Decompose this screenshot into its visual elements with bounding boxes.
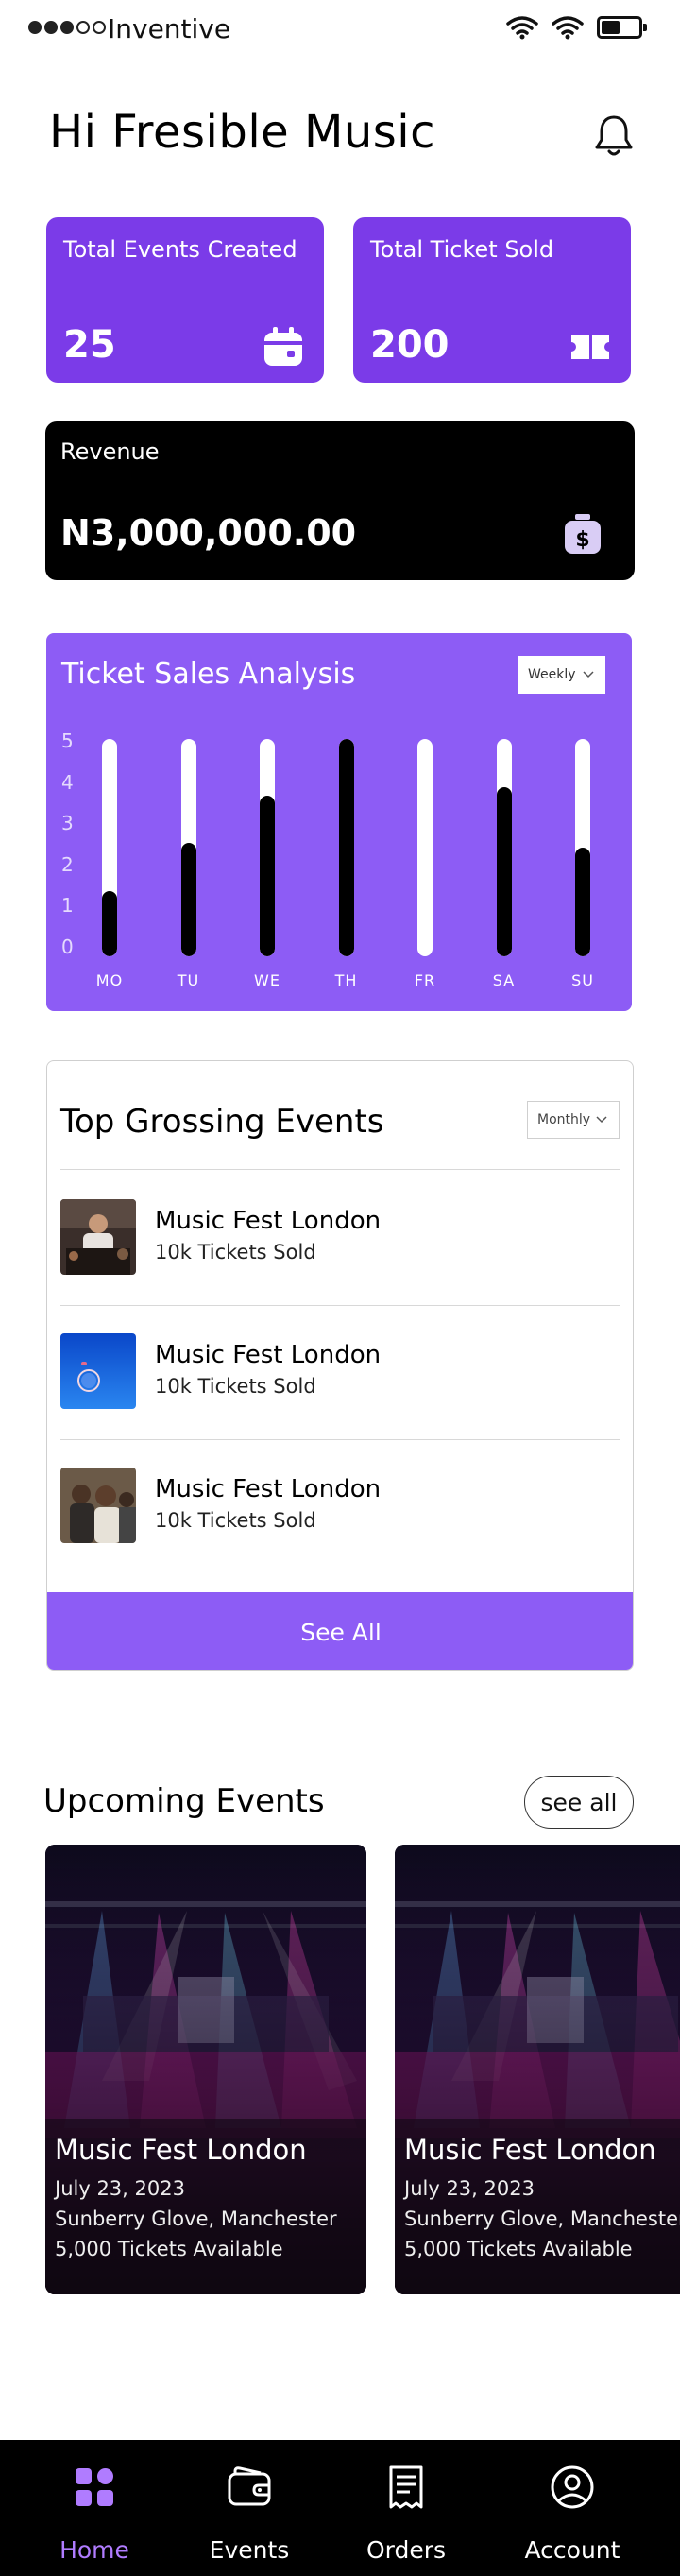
chart-bar-track xyxy=(575,739,590,956)
event-thumbnail xyxy=(60,1199,136,1275)
nav-account[interactable]: Account xyxy=(497,2440,648,2576)
carrier-name: Inventive xyxy=(108,13,231,44)
chevron-down-icon xyxy=(583,671,594,678)
calendar-icon xyxy=(264,327,302,366)
event-name: Music Fest London xyxy=(155,1475,382,1503)
chart-bar-track xyxy=(260,739,275,956)
money-bag-icon: $ xyxy=(565,514,601,554)
chart-bar xyxy=(496,786,512,956)
y-axis-tick: 2 xyxy=(61,852,74,876)
x-axis-tick: TH xyxy=(334,971,358,989)
grossing-event-row[interactable]: Music Fest London 10k Tickets Sold xyxy=(60,1333,620,1409)
x-axis-tick: SU xyxy=(571,971,594,989)
revenue-value: N3,000,000.00 xyxy=(60,512,357,554)
divider xyxy=(60,1439,620,1440)
battery-icon xyxy=(597,16,647,39)
nav-account-label: Account xyxy=(524,2536,620,2564)
user-circle-icon xyxy=(551,2465,594,2509)
y-axis-tick: 3 xyxy=(61,812,74,834)
chart-bar xyxy=(260,795,275,956)
event-tickets-sold: 10k Tickets Sold xyxy=(155,1241,316,1263)
event-thumbnail xyxy=(60,1333,136,1409)
divider xyxy=(60,1169,620,1170)
nav-orders[interactable]: Orders xyxy=(331,2440,482,2576)
x-axis-tick: WE xyxy=(254,971,280,989)
events-created-value: 25 xyxy=(63,323,116,367)
nav-home-label: Home xyxy=(60,2536,129,2564)
chart-bar-track xyxy=(180,739,196,956)
ticket-icon xyxy=(571,335,609,359)
chart-bar xyxy=(575,848,590,956)
wifi-icon xyxy=(552,16,584,40)
revenue-card[interactable]: Revenue N3,000,000.00 $ xyxy=(45,421,635,580)
see-all-upcoming-button[interactable]: see all xyxy=(524,1776,634,1829)
chart-bar-track xyxy=(496,739,512,956)
nav-events-label: Events xyxy=(209,2536,290,2564)
chart-bar-track xyxy=(338,739,354,956)
nav-events[interactable]: Events xyxy=(174,2440,325,2576)
y-axis-tick: 5 xyxy=(61,730,74,752)
svg-text:$: $ xyxy=(575,528,589,552)
upcoming-event-venue: Sunberry Glove, Manchester xyxy=(404,2207,680,2230)
tickets-sold-card[interactable]: Total Ticket Sold 200 xyxy=(353,217,631,383)
top-grossing-card: Top Grossing Events Monthly Music Fest L… xyxy=(46,1060,634,1671)
tickets-sold-value: 200 xyxy=(370,323,450,367)
upcoming-event-date: July 23, 2023 xyxy=(404,2177,535,2200)
upcoming-events-title: Upcoming Events xyxy=(43,1782,325,1820)
ticket-sales-chart: Ticket Sales Analysis Weekly 5 4 3 2 1 0 MO TU W… xyxy=(46,633,632,1011)
status-bar: Inventive xyxy=(0,0,680,57)
x-axis-tick: TU xyxy=(177,971,200,989)
upcoming-event-name: Music Fest London xyxy=(55,2134,307,2166)
events-created-label: Total Events Created xyxy=(63,236,298,263)
nav-home[interactable]: Home xyxy=(19,2440,170,2576)
chart-bar xyxy=(180,843,196,956)
chart-bar xyxy=(338,739,354,956)
x-axis-tick: SA xyxy=(492,971,516,989)
greeting-title: Hi Fresible Music xyxy=(49,106,436,159)
nav-orders-label: Orders xyxy=(366,2536,447,2564)
revenue-label: Revenue xyxy=(60,438,160,465)
divider xyxy=(60,1305,620,1306)
grossing-event-row[interactable]: Music Fest London 10k Tickets Sold xyxy=(60,1199,620,1275)
y-axis-tick: 1 xyxy=(61,894,74,917)
chart-bar xyxy=(102,891,117,956)
upcoming-event-venue: Sunberry Glove, Manchester xyxy=(55,2207,337,2230)
see-all-button[interactable]: See All xyxy=(47,1592,633,1670)
event-tickets-sold: 10k Tickets Sold xyxy=(155,1509,316,1532)
chart-bar-track xyxy=(102,739,117,956)
chevron-down-icon xyxy=(596,1116,607,1124)
x-axis-tick: MO xyxy=(95,971,124,989)
weekly-filter-dropdown[interactable]: Weekly xyxy=(518,656,605,694)
event-name: Music Fest London xyxy=(155,1207,382,1235)
grossing-event-row[interactable]: Music Fest London 10k Tickets Sold xyxy=(60,1468,620,1543)
wifi-icon xyxy=(506,16,538,40)
event-thumbnail xyxy=(60,1468,136,1543)
top-grossing-title: Top Grossing Events xyxy=(60,1103,384,1141)
bell-icon[interactable] xyxy=(589,112,638,161)
upcoming-event-name: Music Fest London xyxy=(404,2134,656,2166)
upcoming-event-card[interactable]: Music Fest London July 23, 2023 Sunberry… xyxy=(45,1845,366,2294)
upcoming-event-availability: 5,000 Tickets Available xyxy=(404,2238,633,2260)
event-name: Music Fest London xyxy=(155,1341,382,1369)
chart-bar-track xyxy=(417,739,433,956)
weekly-filter-label: Weekly xyxy=(528,667,576,682)
x-axis-tick: FR xyxy=(414,971,436,989)
monthly-filter-dropdown[interactable]: Monthly xyxy=(527,1101,620,1139)
home-grid-icon xyxy=(76,2468,113,2506)
monthly-filter-label: Monthly xyxy=(537,1112,591,1127)
bottom-navigation: Home Events Orders Account xyxy=(0,2440,680,2576)
signal-strength-icon xyxy=(28,21,106,34)
y-axis-tick: 4 xyxy=(61,770,74,794)
tickets-sold-label: Total Ticket Sold xyxy=(370,236,554,263)
events-created-card[interactable]: Total Events Created 25 xyxy=(46,217,324,383)
chart-title: Ticket Sales Analysis xyxy=(61,658,356,691)
event-tickets-sold: 10k Tickets Sold xyxy=(155,1375,316,1398)
receipt-icon xyxy=(389,2465,423,2509)
upcoming-event-card[interactable]: Music Fest London July 23, 2023 Sunberry… xyxy=(395,1845,680,2294)
upcoming-event-date: July 23, 2023 xyxy=(55,2177,185,2200)
upcoming-event-availability: 5,000 Tickets Available xyxy=(55,2238,283,2260)
y-axis-tick: 0 xyxy=(61,935,74,958)
wallet-icon xyxy=(228,2466,271,2506)
